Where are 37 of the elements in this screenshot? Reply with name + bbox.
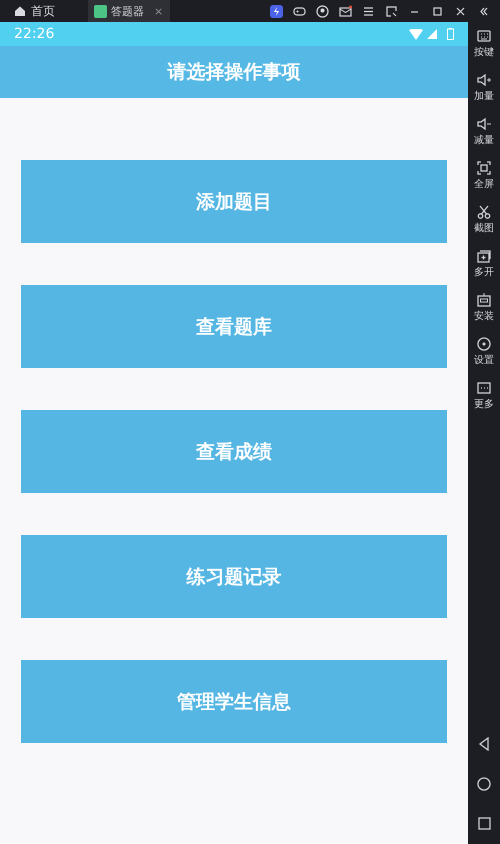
tool-label[interactable]: 截图: [474, 222, 494, 236]
home-button-icon[interactable]: [477, 777, 491, 791]
window-tab[interactable]: 首页: [0, 0, 88, 22]
close-tab-button[interactable]: ×: [154, 4, 164, 18]
lightning-icon[interactable]: [270, 4, 283, 18]
tool-label[interactable]: 设置: [474, 354, 494, 368]
app-icon: [94, 4, 107, 18]
maximize-icon[interactable]: [431, 4, 444, 18]
status-time: 22:26: [14, 26, 56, 42]
fullscreen-icon[interactable]: [476, 160, 492, 176]
recents-icon[interactable]: [478, 817, 490, 830]
signal-icon: [427, 29, 437, 39]
tool-label[interactable]: 减量: [474, 134, 494, 148]
more-icon[interactable]: [476, 380, 492, 396]
battery-icon: [447, 28, 454, 40]
volume-up-icon[interactable]: [476, 72, 492, 88]
window-tab[interactable]: 答题器 ×: [88, 0, 170, 22]
home-icon: [14, 5, 26, 17]
tool-label[interactable]: 多开: [474, 266, 494, 280]
close-icon[interactable]: [454, 4, 467, 18]
tool-label[interactable]: 更多: [474, 398, 494, 412]
wifi-icon: [409, 28, 423, 40]
settings-icon[interactable]: [476, 336, 492, 352]
menu-icon[interactable]: [362, 4, 375, 18]
back-icon[interactable]: [478, 737, 490, 751]
multi-window-icon[interactable]: [476, 248, 492, 264]
scissors-icon[interactable]: [476, 204, 492, 220]
tool-label[interactable]: 安装: [474, 310, 494, 324]
screen-title: 请选择操作事项: [168, 60, 300, 85]
mail-icon[interactable]: [339, 4, 352, 18]
tool-label[interactable]: 按键: [474, 46, 494, 60]
tool-label[interactable]: 全屏: [474, 178, 494, 192]
volume-down-icon[interactable]: [476, 116, 492, 132]
tool-label[interactable]: 加量: [474, 90, 494, 104]
gamepad-icon[interactable]: [293, 4, 306, 18]
window-icon[interactable]: [385, 4, 398, 18]
keyboard-icon[interactable]: [476, 28, 492, 44]
